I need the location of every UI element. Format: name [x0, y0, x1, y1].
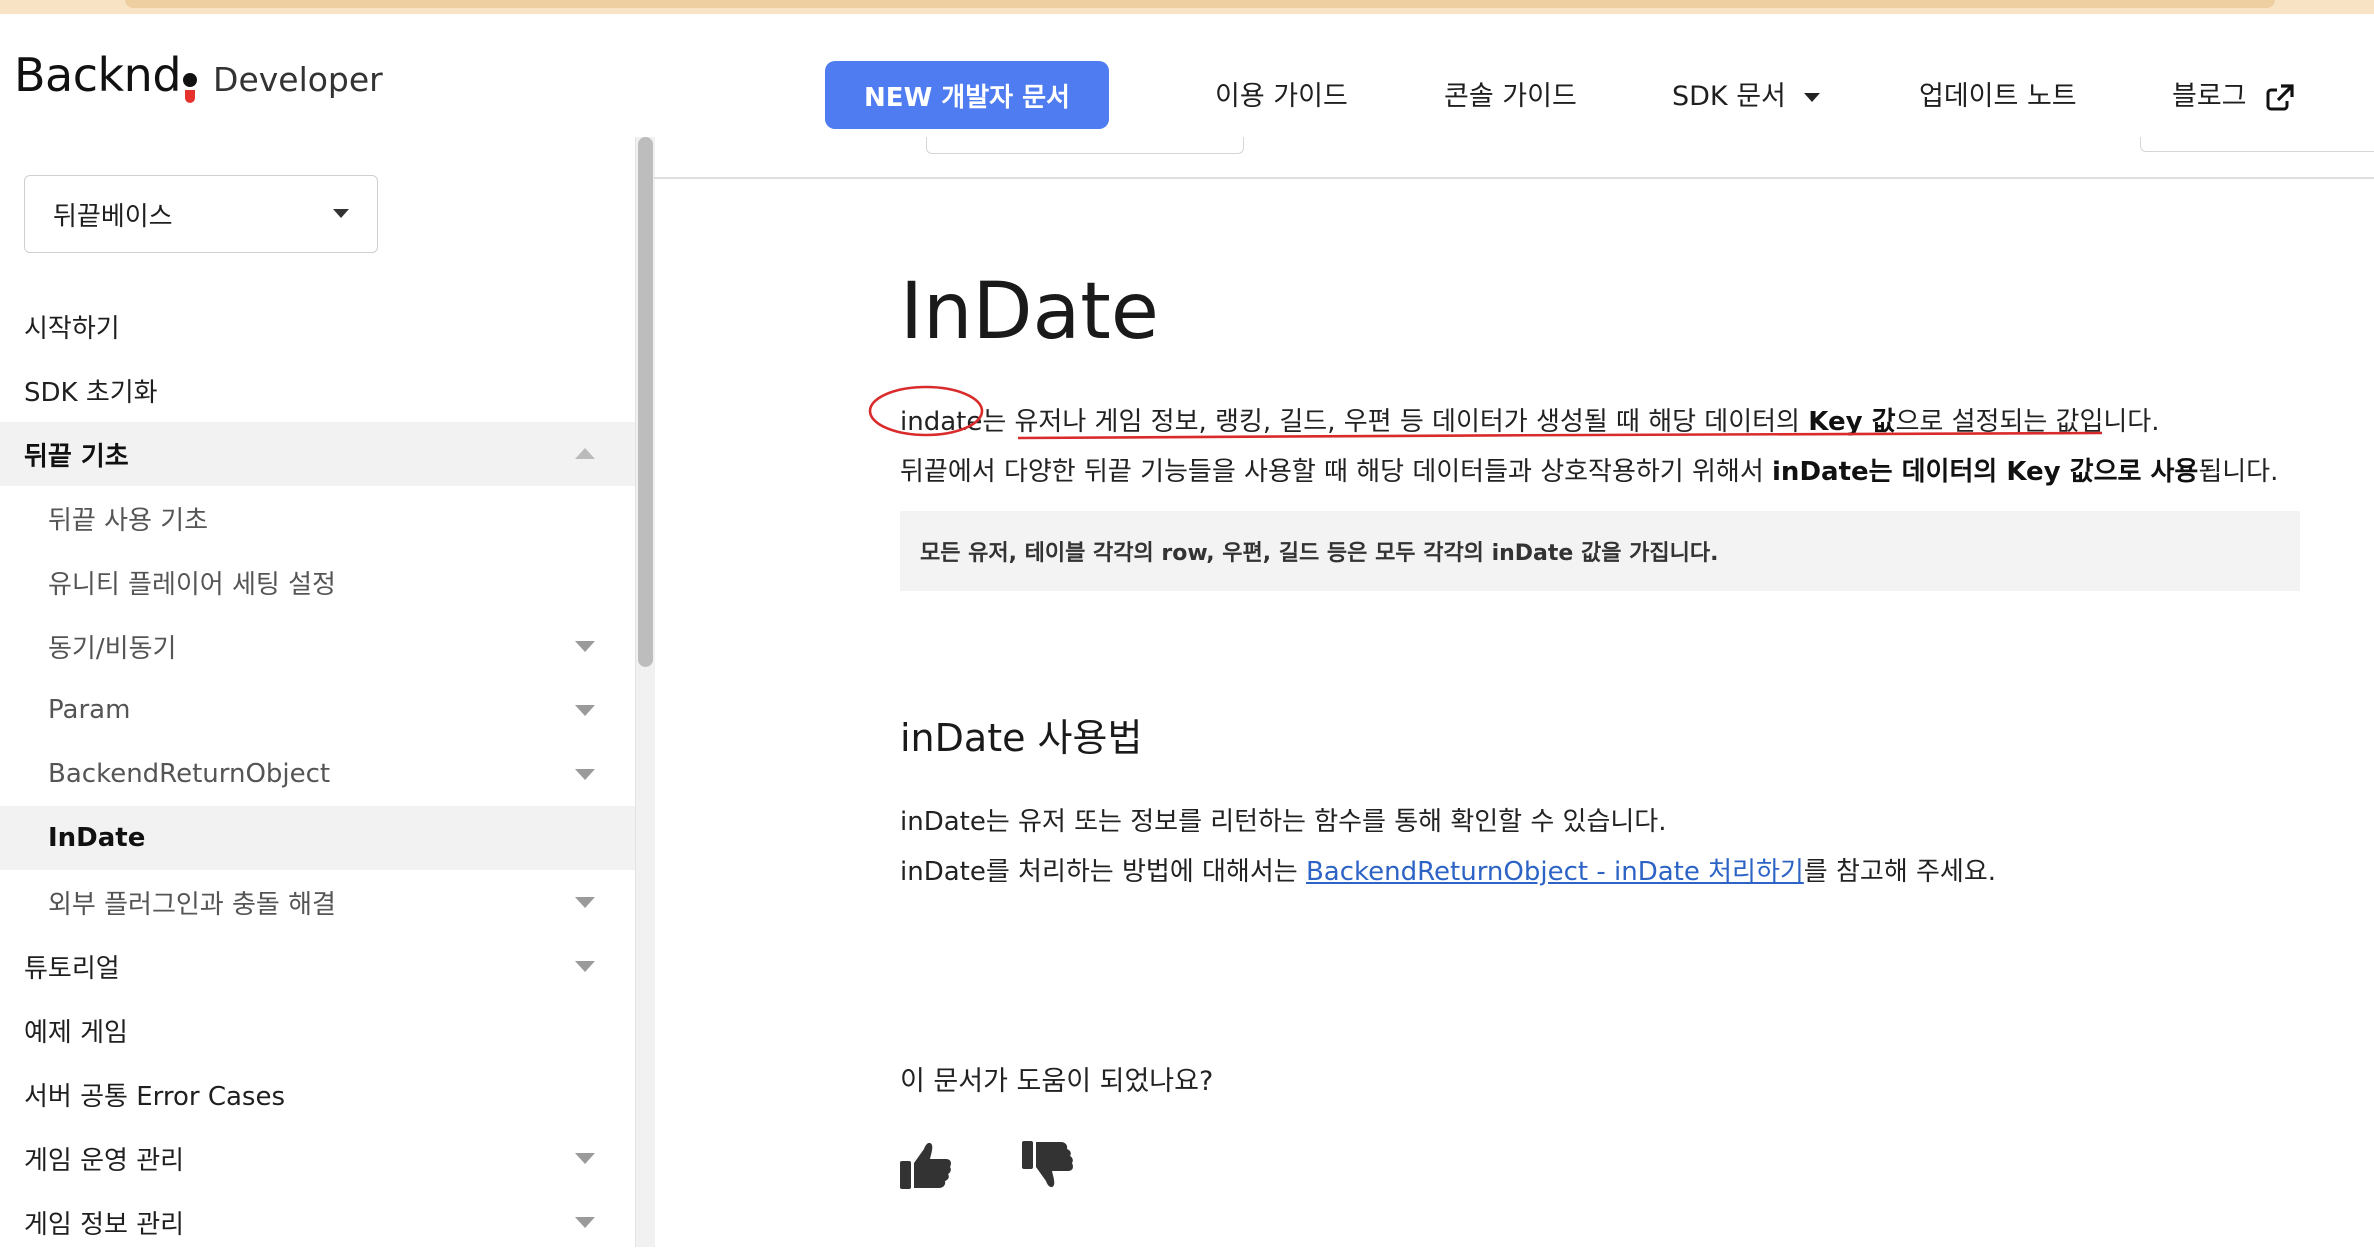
thumbs-up-icon[interactable]: [898, 1137, 954, 1193]
note-box: 모든 유저, 테이블 각각의 row, 우편, 길드 등은 모두 각각의 inD…: [900, 511, 2300, 591]
sidebar-item-param[interactable]: Param: [0, 678, 635, 742]
intro-paragraph-1: indate는 유저나 게임 정보, 랭킹, 길드, 우편 등 데이터가 생성될…: [900, 401, 2160, 438]
intro-p1-text-a: indate는 유저나 게임 정보, 랭킹, 길드, 우편 등 데이터가 생성될…: [900, 407, 1809, 437]
sidebar: 뒤끝베이스 시작하기 SDK 초기화 뒤끝 기초 뒤끝 사용 기초 유니티 플레…: [0, 137, 635, 1247]
sidebar-item-label: 게임 정보 관리: [24, 1209, 185, 1240]
usage-p2-text-c: 를 참고해 주세요.: [1803, 857, 1997, 887]
sidebar-item-label: 예제 게임: [24, 1017, 128, 1048]
usage-paragraph-2: inDate를 처리하는 방법에 대해서는 BackendReturnObjec…: [900, 851, 1996, 888]
section-title: inDate 사용법: [900, 716, 1143, 760]
sidebar-item-label: 시작하기: [24, 313, 120, 344]
logo-word: Backnd: [14, 48, 182, 102]
page-title: InDate: [900, 267, 1159, 357]
sidebar-item-label: InDate: [48, 823, 146, 853]
usage-p2-text-a: inDate를 처리하는 방법에 대해서는: [900, 857, 1306, 887]
expand-icon: [575, 705, 595, 716]
sidebar-item-sync-async[interactable]: 동기/비동기: [0, 614, 635, 678]
expand-icon: [575, 961, 595, 972]
intro-p2-bold: inDate는 데이터의 Key 값으로 사용: [1772, 457, 2199, 487]
sidebar-item-plugin-conflict[interactable]: 외부 플러그인과 충돌 해결: [0, 870, 635, 934]
sidebar-item-label: 유니티 플레이어 세팅 설정: [48, 569, 336, 600]
nav-blog[interactable]: 블로그: [2172, 74, 2295, 113]
sidebar-item-error-cases[interactable]: 서버 공통 Error Cases: [0, 1062, 635, 1126]
sidebar-item-label: 게임 운영 관리: [24, 1145, 185, 1176]
nav-usage-guide[interactable]: 이용 가이드: [1215, 74, 1348, 113]
usage-paragraph-1: inDate는 유저 또는 정보를 리턴하는 함수를 통해 확인할 수 있습니다…: [900, 807, 1667, 837]
expand-icon: [575, 1217, 595, 1228]
caret-down-icon: [1803, 93, 1820, 102]
intro-paragraph-2: 뒤끝에서 다양한 뒤끝 기능들을 사용할 때 해당 데이터들과 상호작용하기 위…: [900, 451, 2278, 488]
content-divider: [654, 177, 2374, 179]
sidebar-item-label: 서버 공통 Error Cases: [24, 1081, 286, 1112]
expand-icon: [575, 1153, 595, 1164]
logo-sub: Developer: [213, 60, 383, 99]
external-link-icon: [2266, 83, 2294, 110]
note-text: 모든 유저, 테이블 각각의 row, 우편, 길드 등은 모두 각각의 inD…: [920, 541, 1719, 566]
collapse-icon: [575, 448, 595, 459]
nav-sdk-docs-label: SDK 문서: [1672, 81, 1786, 112]
expand-icon: [575, 641, 595, 652]
sidebar-item-example-game[interactable]: 예제 게임: [0, 998, 635, 1062]
sidebar-item-label: BackendReturnObject: [48, 759, 331, 789]
intro-p2-text-a: 뒤끝에서 다양한 뒤끝 기능들을 사용할 때 해당 데이터들과 상호작용하기 위…: [900, 457, 1773, 487]
sidebar-item-label: 외부 플러그인과 충돌 해결: [48, 889, 336, 920]
sidebar-item-tutorial[interactable]: 튜토리얼: [0, 934, 635, 998]
sidebar-item-backnd-basics[interactable]: 뒤끝 기초: [0, 422, 635, 486]
site-header: Backnd Developer NEW 개발자 문서 이용 가이드 콘솔 가이…: [0, 14, 2374, 137]
new-docs-button[interactable]: NEW 개발자 문서: [825, 61, 1109, 129]
browser-chrome-strip: [0, 0, 2374, 15]
main-content: InDate indate는 유저나 게임 정보, 랭킹, 길드, 우편 등 데…: [654, 137, 2374, 1247]
nav-blog-label: 블로그: [2172, 81, 2247, 112]
intro-p1-bold: Key 값: [1808, 407, 1896, 437]
feedback-question: 이 문서가 도움이 되었나요?: [900, 1066, 1214, 1097]
sidebar-item-label: 튜토리얼: [24, 953, 120, 984]
sidebar-item-label: SDK 초기화: [24, 377, 158, 408]
sidebar-item-label: Param: [48, 695, 131, 725]
sidebar-item-game-info[interactable]: 게임 정보 관리: [0, 1190, 635, 1254]
sidebar-item-label: 뒤끝 기초: [24, 441, 129, 472]
sidebar-item-label: 뒤끝 사용 기초: [48, 505, 209, 536]
sidebar-item-getting-started[interactable]: 시작하기: [0, 294, 635, 358]
backend-return-object-link[interactable]: BackendReturnObject - inDate 처리하기: [1306, 857, 1804, 887]
product-select-value: 뒤끝베이스: [53, 201, 173, 232]
nav-console-guide[interactable]: 콘솔 가이드: [1444, 74, 1577, 113]
sidebar-item-backend-return-object[interactable]: BackendReturnObject: [0, 742, 635, 806]
sidebar-item-game-operation[interactable]: 게임 운영 관리: [0, 1126, 635, 1190]
product-select[interactable]: 뒤끝베이스: [24, 175, 378, 253]
sidebar-item-unity-player-settings[interactable]: 유니티 플레이어 세팅 설정: [0, 550, 635, 614]
nav-update-notes[interactable]: 업데이트 노트: [1919, 74, 2077, 113]
intro-p2-text-c: 됩니다.: [2198, 457, 2279, 487]
scrollbar-thumb[interactable]: [638, 137, 653, 667]
intro-p1-text-c: 으로 설정되는 값입니다.: [1895, 407, 2160, 437]
toolbar-fragment[interactable]: [2140, 137, 2374, 152]
logo-mark-icon: [183, 73, 198, 103]
search-input-fragment[interactable]: [926, 137, 1244, 154]
thumbs-down-icon[interactable]: [1020, 1137, 1076, 1193]
nav-sdk-docs[interactable]: SDK 문서: [1672, 74, 1820, 113]
caret-down-icon: [333, 209, 349, 218]
sidebar-item-indate[interactable]: InDate: [0, 806, 635, 870]
sidebar-item-sdk-init[interactable]: SDK 초기화: [0, 358, 635, 422]
expand-icon: [575, 897, 595, 908]
sidebar-scrollbar[interactable]: [635, 137, 655, 1247]
logo[interactable]: Backnd Developer: [14, 48, 383, 108]
sidebar-item-usage-basics[interactable]: 뒤끝 사용 기초: [0, 486, 635, 550]
sidebar-item-label: 동기/비동기: [48, 633, 177, 664]
expand-icon: [575, 769, 595, 780]
browser-tab-shape: [125, 0, 2275, 8]
